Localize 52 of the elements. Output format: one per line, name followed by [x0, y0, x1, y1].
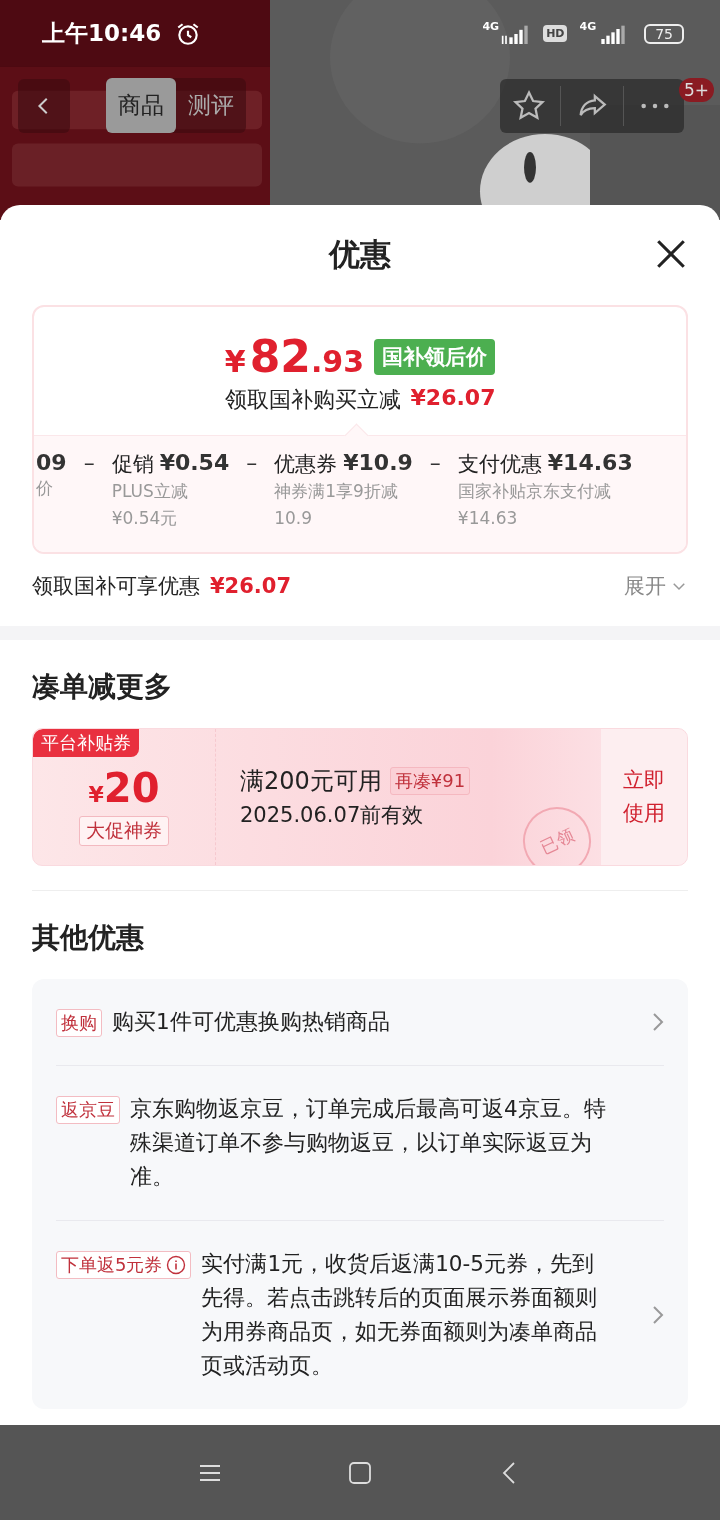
network-label: 4G	[482, 20, 500, 33]
expand-button[interactable]: 展开	[624, 572, 688, 600]
sheet-title: 优惠	[329, 235, 391, 274]
offer-tag: 换购	[56, 1009, 102, 1037]
offer-tag: 下单返5元券	[56, 1251, 192, 1279]
discount-amount: ¥0.54	[159, 450, 230, 477]
chevron-icon[interactable]	[652, 1012, 664, 1032]
minus-sign: –	[429, 450, 441, 477]
info-icon[interactable]	[166, 1255, 187, 1275]
coupon-validity: 2025.06.07前有效	[240, 802, 425, 829]
section-heading: 其他优惠	[31, 920, 145, 956]
star-icon[interactable]	[512, 88, 546, 123]
home-icon[interactable]	[348, 1460, 372, 1485]
discount-description: 神券满1享9折减	[274, 480, 399, 503]
use-now-button[interactable]: 立即使用	[601, 729, 687, 865]
summary-label: 领取国补可享优惠	[32, 573, 200, 600]
offer-tag: 返京豆	[56, 1096, 120, 1124]
status-time: 上午10:46	[42, 19, 162, 48]
network-label: 4G	[579, 20, 597, 33]
final-price: ¥82.93	[224, 335, 365, 379]
coupon-ribbon: 平台补贴券	[33, 729, 139, 757]
discount-value: ¥0.54元	[111, 507, 179, 530]
offer-text: 实付满1元，收货后返满10-5元券，先到先得。若点击跳转后的页面展示券面额则为用券商品页，如无券面额则为凑单商品页或活动页。	[201, 1250, 599, 1380]
discount-label: 优惠券	[274, 451, 338, 478]
discount-description: PLUS立减	[111, 480, 189, 503]
tab[interactable]: 测评	[176, 78, 246, 133]
coupon-condition: 满200元可用	[240, 766, 382, 797]
discount-value: ¥14.63	[457, 507, 519, 530]
discount-value: 10.9	[274, 507, 314, 530]
offer-text: 购买1件可优惠换购热销商品	[112, 1008, 391, 1036]
discount-label: 支付优惠	[457, 451, 542, 478]
price-tag: 国补领后价	[374, 339, 496, 375]
remaining-tag: 再凑¥91	[389, 767, 471, 795]
coupon-value: ¥20	[88, 768, 160, 808]
discount-amount: ¥10.9	[343, 450, 413, 477]
battery-indicator: 75	[644, 23, 684, 44]
amount-text: 09	[36, 450, 67, 475]
saving-label: 领取国补购买立减	[224, 386, 401, 414]
discount-label: 促销	[111, 451, 154, 478]
minus-sign: –	[246, 450, 258, 477]
summary-amount: ¥26.07	[210, 574, 292, 598]
saving-amount: ¥26.07	[410, 385, 496, 412]
section-heading: 凑单减更多	[31, 669, 173, 705]
price-label: 价	[36, 477, 54, 500]
offer-text: 京东购物返京豆，订单完成后最高可返4京豆。特殊渠道订单不参与购物返豆，以订单实际返豆为准。	[130, 1095, 607, 1191]
chevron-icon[interactable]	[652, 1305, 664, 1325]
hd-badge: HD	[543, 25, 568, 42]
coupon-tag: 大促神券	[79, 816, 169, 846]
discount-description: 国家补贴京东支付减	[457, 480, 612, 503]
discount-amount: ¥14.63	[547, 450, 633, 477]
tab[interactable]: 商品	[106, 78, 176, 133]
minus-sign: –	[83, 450, 95, 477]
